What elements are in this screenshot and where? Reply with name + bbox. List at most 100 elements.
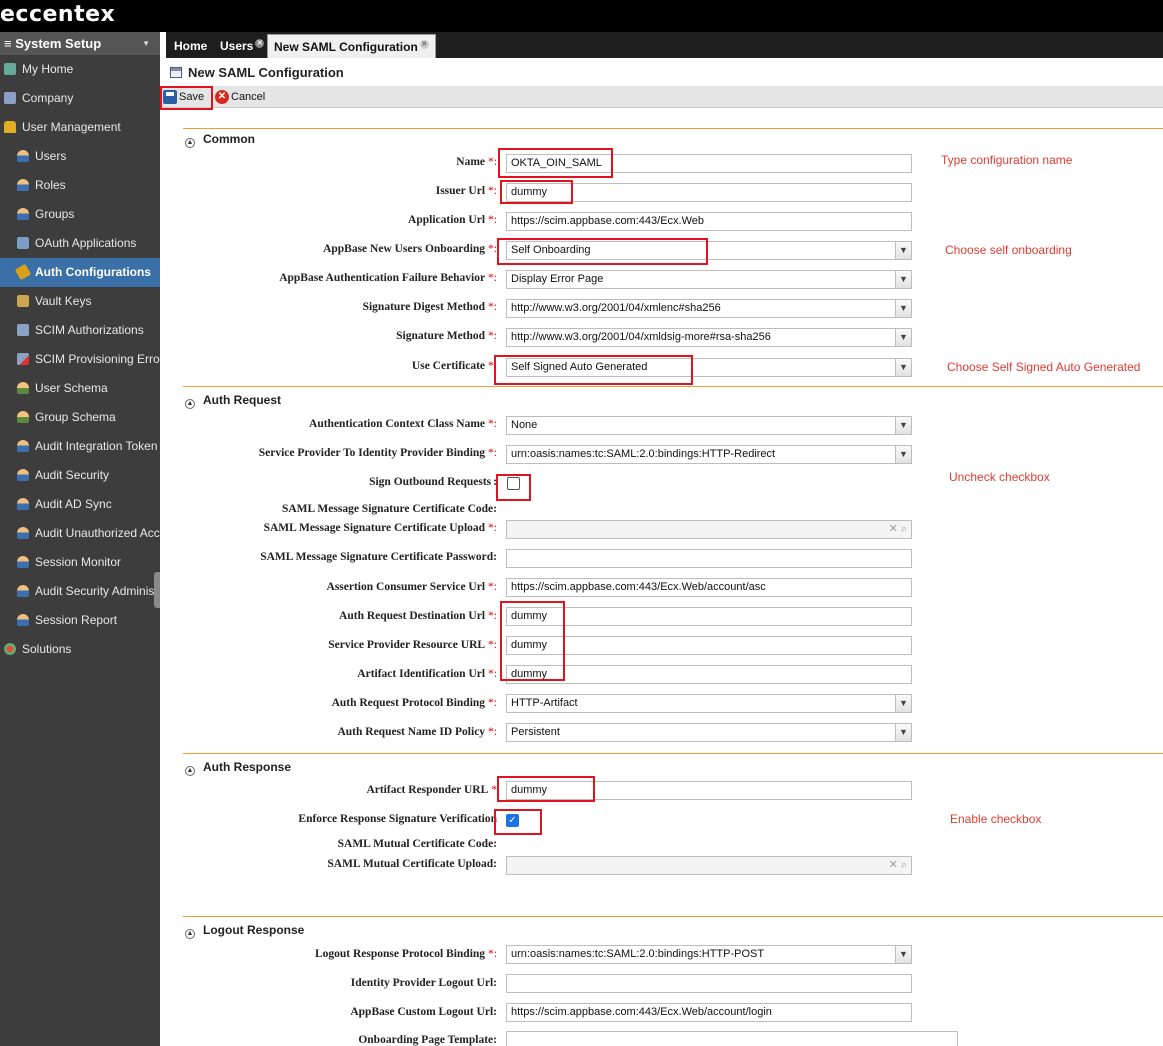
auth-req-name-id-policy-select[interactable]: Persistent ▼ <box>506 723 912 742</box>
company-icon <box>4 92 16 104</box>
label-text: Service Provider To Identity Provider Bi… <box>258 447 486 459</box>
signature-method-label: Signature Method *: <box>396 330 497 342</box>
sidebar-item-session-monitor[interactable]: Session Monitor <box>0 548 160 577</box>
logout-protocol-binding-select[interactable]: urn:oasis:names:tc:SAML:2.0:bindings:HTT… <box>506 945 912 964</box>
name-input[interactable]: OKTA_OIN_SAML <box>506 154 912 173</box>
label-text: SAML Message Signature Certificate Uploa… <box>263 522 486 534</box>
signature-digest-method-label: Signature Digest Method *: <box>363 301 497 313</box>
sidebar-item-label: My Home <box>22 62 74 76</box>
sidebar-item-group-schema[interactable]: Group Schema <box>0 403 160 432</box>
chevron-down-icon[interactable]: ▼ <box>895 359 911 376</box>
custom-logout-url-input[interactable]: https://scim.appbase.com:443/Ecx.Web/acc… <box>506 1003 912 1022</box>
artifact-id-url-input[interactable]: dummy <box>506 665 912 684</box>
required-marker: *: <box>488 610 497 622</box>
sidebar-item-label: OAuth Applications <box>35 236 137 250</box>
saml-msg-cert-upload-field[interactable]: ✕ ⌕ <box>506 520 912 539</box>
collapse-icon[interactable]: ▲ <box>185 766 195 776</box>
acs-url-input[interactable]: https://scim.appbase.com:443/Ecx.Web/acc… <box>506 578 912 597</box>
issuer-url-input[interactable]: dummy <box>506 183 912 202</box>
sidebar-item-user-schema[interactable]: User Schema <box>0 374 160 403</box>
save-button[interactable]: Save <box>162 88 204 106</box>
sidebar-item-audit-ad-sync[interactable]: Audit AD Sync <box>0 490 160 519</box>
required-marker: *: <box>488 726 497 738</box>
colon: : <box>493 476 497 488</box>
sidebar-item-scim-provisioning-errors[interactable]: SCIM Provisioning Errors <box>0 345 160 374</box>
sidebar-item-groups[interactable]: Groups <box>0 200 160 229</box>
chevron-down-icon[interactable]: ▼ <box>895 271 911 288</box>
sidebar-item-oauth-applications[interactable]: OAuth Applications <box>0 229 160 258</box>
sidebar-item-auth-configurations[interactable]: Auth Configurations <box>0 258 160 287</box>
auth-context-class-select[interactable]: None ▼ <box>506 416 912 435</box>
sidebar-item-audit-security[interactable]: Audit Security <box>0 461 160 490</box>
chevron-down-icon[interactable]: ▼ <box>895 329 911 346</box>
selected-value: Self Signed Auto Generated <box>511 361 648 373</box>
enforce-response-sig-checkbox[interactable]: ✓ <box>506 814 519 827</box>
auth-req-protocol-binding-select[interactable]: HTTP-Artifact ▼ <box>506 694 912 713</box>
sidebar-item-my-home[interactable]: My Home <box>0 55 160 84</box>
chevron-down-icon[interactable]: ▼ <box>895 724 911 741</box>
cancel-button[interactable]: ✕ Cancel <box>214 88 265 106</box>
sidebar-item-session-report[interactable]: Session Report <box>0 606 160 635</box>
auth-failure-behavior-select[interactable]: Display Error Page ▼ <box>506 270 912 289</box>
collapse-icon[interactable]: ▲ <box>185 929 195 939</box>
chevron-down-icon[interactable]: ▼ <box>895 946 911 963</box>
saml-mutual-cert-upload-field[interactable]: ✕ ⌕ <box>506 856 912 875</box>
sidebar-item-scim-authorizations[interactable]: SCIM Authorizations <box>0 316 160 345</box>
signature-method-select[interactable]: http://www.w3.org/2001/04/xmldsig-more#r… <box>506 328 912 347</box>
collapse-icon[interactable]: ▲ <box>185 138 195 148</box>
lock-icon <box>4 121 16 133</box>
close-icon[interactable]: ✕ <box>255 39 265 48</box>
collapse-icon[interactable]: ▲ <box>185 399 195 409</box>
saml-msg-cert-code-label: SAML Message Signature Certificate Code: <box>281 503 497 515</box>
sidebar-item-roles[interactable]: Roles <box>0 171 160 200</box>
sidebar-item-audit-unauthorized-access[interactable]: Audit Unauthorized Acces <box>0 519 160 548</box>
chevron-down-icon[interactable]: ▼ <box>895 446 911 463</box>
sidebar-item-audit-security-administration[interactable]: Audit Security Administrat <box>0 577 160 606</box>
use-certificate-select[interactable]: Self Signed Auto Generated ▼ <box>506 358 912 377</box>
section-common[interactable]: ▲ Common <box>185 132 255 148</box>
auth-req-dest-url-input[interactable]: dummy <box>506 607 912 626</box>
sidebar-collapse-handle[interactable] <box>154 572 160 608</box>
label-text: Use Certificate <box>411 360 486 372</box>
chevron-down-icon[interactable]: ▼ <box>895 695 911 712</box>
section-auth-response[interactable]: ▲ Auth Response <box>185 760 291 776</box>
sidebar-item-audit-integration-token[interactable]: Audit Integration Token <box>0 432 160 461</box>
required-marker: *: <box>488 639 497 651</box>
chevron-down-icon[interactable]: ▼ <box>895 300 911 317</box>
chevron-down-icon[interactable]: ▼ <box>895 417 911 434</box>
clear-and-browse-icons[interactable]: ✕ ⌕ <box>889 521 907 538</box>
artifact-responder-url-input[interactable]: dummy <box>506 781 912 800</box>
application-url-input[interactable]: https://scim.appbase.com:443/Ecx.Web <box>506 212 912 231</box>
tab-home[interactable]: Home <box>168 34 213 58</box>
tab-new-saml-configuration[interactable]: New SAML Configuration ✕ <box>267 34 436 58</box>
tab-label: Home <box>174 39 208 53</box>
sidebar-header-system-setup[interactable]: ≡ System Setup ▼ <box>0 32 160 55</box>
new-users-onboarding-select[interactable]: Self Onboarding ▼ <box>506 241 912 260</box>
sidebar-item-solutions[interactable]: Solutions <box>0 635 160 664</box>
use-certificate-label: Use Certificate *: <box>412 360 497 372</box>
idp-logout-url-input[interactable] <box>506 974 912 993</box>
section-auth-request[interactable]: ▲ Auth Request <box>185 393 281 409</box>
onboarding-template-input[interactable] <box>506 1031 958 1046</box>
user-icon <box>17 527 29 539</box>
close-icon[interactable]: ✕ <box>419 40 429 49</box>
sidebar-item-user-management[interactable]: User Management <box>0 113 160 142</box>
sidebar-item-company[interactable]: Company <box>0 84 160 113</box>
sidebar-item-vault-keys[interactable]: Vault Keys <box>0 287 160 316</box>
signature-digest-method-select[interactable]: http://www.w3.org/2001/04/xmlenc#sha256 ▼ <box>506 299 912 318</box>
chevron-down-icon[interactable]: ▼ <box>895 242 911 259</box>
sidebar-item-label: Solutions <box>22 642 72 656</box>
saml-configuration-form: ▲ Common Name *: OKTA_OIN_SAML Issuer Url *… <box>166 108 1163 1046</box>
tab-users[interactable]: Users ✕ <box>214 34 270 58</box>
chevron-down-icon[interactable]: ▼ <box>142 32 150 55</box>
clear-and-browse-icons[interactable]: ✕ ⌕ <box>889 857 907 874</box>
saml-msg-cert-password-input[interactable] <box>506 549 912 568</box>
sidebar-item-label: SCIM Authorizations <box>35 323 144 337</box>
sidebar-item-label: SCIM Provisioning Errors <box>35 352 160 366</box>
sidebar-item-users[interactable]: Users <box>0 142 160 171</box>
section-logout-response[interactable]: ▲ Logout Response <box>185 923 304 939</box>
sign-outbound-requests-checkbox[interactable] <box>507 477 520 490</box>
sp-resource-url-input[interactable]: dummy <box>506 636 912 655</box>
sp-to-idp-binding-select[interactable]: urn:oasis:names:tc:SAML:2.0:bindings:HTT… <box>506 445 912 464</box>
selected-value: urn:oasis:names:tc:SAML:2.0:bindings:HTT… <box>511 448 776 460</box>
